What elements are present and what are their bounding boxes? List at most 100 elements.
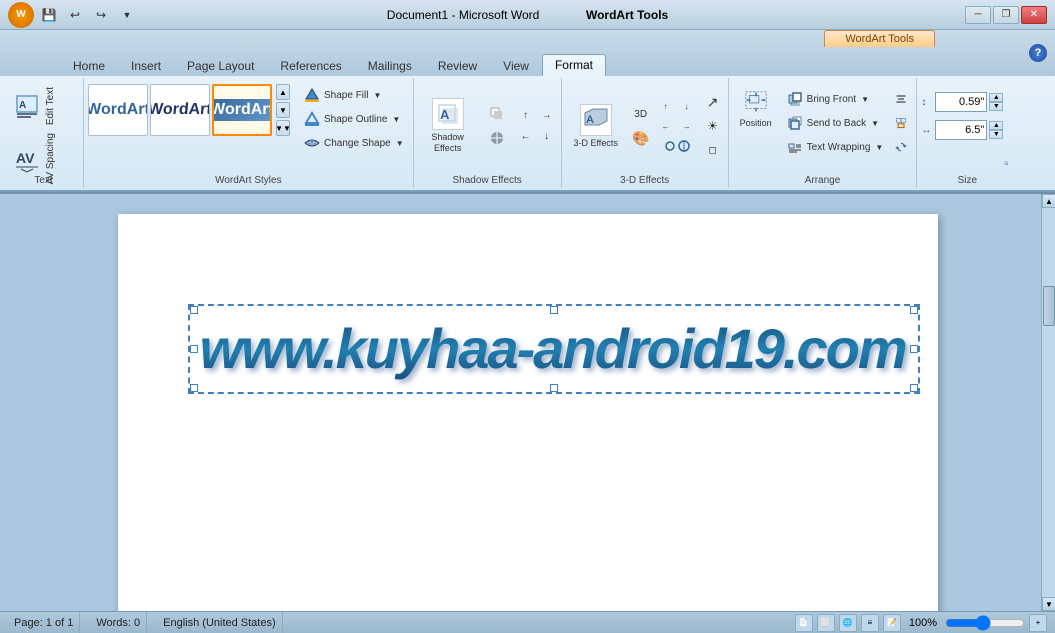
position-button[interactable]: Position: [733, 84, 779, 132]
view-print-button[interactable]: 📄: [795, 614, 813, 632]
3d-tilt-down-button[interactable]: ↓: [677, 97, 697, 115]
tab-references[interactable]: References: [267, 54, 354, 76]
handle-middle-right[interactable]: [910, 345, 918, 353]
edit-text-label: Edit Text: [45, 87, 57, 125]
rotate-button[interactable]: [890, 136, 912, 158]
title-bar-left: W 💾 ↩ ↪ ▼: [8, 2, 138, 28]
view-outline-button[interactable]: ≡: [861, 614, 879, 632]
customize-qat-button[interactable]: ▼: [116, 4, 138, 26]
shape-fill-icon: [303, 86, 321, 104]
tab-mailings[interactable]: Mailings: [355, 54, 425, 76]
tab-page-layout[interactable]: Page Layout: [174, 54, 267, 76]
svg-text:A: A: [19, 100, 26, 111]
shadow-effects-button[interactable]: A Shadow Effects: [418, 93, 478, 159]
save-qat-button[interactable]: 💾: [38, 4, 60, 26]
3d-on-off-button[interactable]: 3D: [630, 103, 652, 125]
size-expand-button[interactable]: [999, 156, 1013, 170]
shadow-effects-group-label: Shadow Effects: [414, 173, 561, 186]
wordart-object[interactable]: www.kuyhaa-android19.com: [188, 304, 920, 394]
help-button[interactable]: ?: [1029, 44, 1047, 62]
scrollbar-up-button[interactable]: ▲: [1042, 194, 1055, 208]
wordart-style-1[interactable]: WordArt: [88, 84, 148, 136]
height-up-button[interactable]: ▲: [989, 93, 1003, 102]
3d-effects-button[interactable]: A 3-D Effects: [566, 99, 626, 154]
office-logo[interactable]: W: [8, 2, 34, 28]
redo-qat-button[interactable]: ↪: [90, 4, 112, 26]
undo-qat-button[interactable]: ↩: [64, 4, 86, 26]
handle-bottom-left[interactable]: [190, 384, 198, 392]
tab-review[interactable]: Review: [425, 54, 490, 76]
3d-color-button[interactable]: 🎨: [630, 127, 652, 149]
shadow-color-icon: [489, 130, 505, 146]
svg-text:A: A: [586, 114, 594, 126]
view-fullscreen-button[interactable]: ⬜: [817, 614, 835, 632]
shadow-on-off-button[interactable]: [482, 103, 512, 125]
handle-bottom-right[interactable]: [910, 384, 918, 392]
restore-button[interactable]: ❐: [993, 6, 1019, 24]
shadow-effects-content: A Shadow Effects: [418, 80, 557, 186]
close-button[interactable]: ✕: [1021, 6, 1047, 24]
edit-text-button[interactable]: A Edit Text: [8, 84, 62, 128]
zoom-slider[interactable]: [945, 616, 1025, 630]
height-down-button[interactable]: ▼: [989, 102, 1003, 111]
3d-direction-button[interactable]: ↗: [702, 91, 724, 113]
scrollbar-thumb[interactable]: [1043, 286, 1055, 326]
view-draft-button[interactable]: 📝: [883, 614, 901, 632]
ribbon-content: A Edit Text AV A: [0, 76, 1055, 192]
handle-bottom-center[interactable]: [550, 384, 558, 392]
text-wrapping-button[interactable]: Text Wrapping ▼: [781, 136, 889, 158]
width-input[interactable]: 6.5": [935, 120, 987, 140]
wordart-style-3[interactable]: WordArt: [212, 84, 272, 136]
handle-middle-left[interactable]: [190, 345, 198, 353]
handle-top-left[interactable]: [190, 306, 198, 314]
shape-fill-button[interactable]: Shape Fill ▼: [298, 84, 409, 106]
tabs-row: Home Insert Page Layout References Maili…: [0, 30, 606, 76]
tab-insert[interactable]: Insert: [118, 54, 174, 76]
shadow-toggle-icon: [489, 106, 505, 122]
3d-tilt-up-button[interactable]: ↑: [656, 97, 676, 115]
width-up-button[interactable]: ▲: [989, 121, 1003, 130]
minimize-button[interactable]: ─: [965, 6, 991, 24]
tab-format[interactable]: Format: [542, 54, 606, 76]
change-shape-icon: [303, 134, 321, 152]
shape-outline-arrow: ▼: [392, 115, 400, 124]
tab-home[interactable]: Home: [60, 54, 118, 76]
shadow-color-button[interactable]: [482, 127, 512, 149]
zoom-in-button[interactable]: +: [1029, 614, 1047, 632]
shape-outline-button[interactable]: Shape Outline ▼: [298, 108, 409, 130]
change-shape-button[interactable]: Change Shape ▼: [298, 132, 409, 154]
wordart-text[interactable]: www.kuyhaa-android19.com: [200, 318, 908, 380]
align-button[interactable]: [890, 88, 912, 110]
bring-front-button[interactable]: Bring Front ▼: [781, 88, 889, 110]
page-indicator: Page: 1 of 1: [8, 612, 80, 633]
3d-lighting-button[interactable]: ☀: [702, 115, 724, 137]
3d-tilt-right-button[interactable]: →: [677, 117, 697, 135]
view-web-button[interactable]: 🌐: [839, 614, 857, 632]
bring-front-label: Bring Front: [807, 94, 856, 105]
shape-fill-arrow: ▼: [373, 91, 381, 100]
shadow-effects-label: Shadow Effects: [425, 132, 471, 154]
shadow-up-button[interactable]: ↑: [516, 106, 536, 126]
3d-depth-button[interactable]: [656, 137, 698, 155]
3d-tilt-left-button[interactable]: ←: [656, 117, 676, 135]
scrollbar-down-button[interactable]: ▼: [1042, 597, 1055, 611]
group-button[interactable]: [890, 112, 912, 134]
3d-surface-button[interactable]: ◻: [702, 139, 724, 161]
tab-view[interactable]: View: [490, 54, 542, 76]
shadow-down-button[interactable]: ↓: [537, 127, 557, 147]
handle-top-right[interactable]: [910, 306, 918, 314]
gallery-scroll-down[interactable]: ▼: [276, 102, 290, 118]
handle-top-center[interactable]: [550, 306, 558, 314]
send-back-icon: [786, 114, 804, 132]
wordart-style-2[interactable]: WordArt: [150, 84, 210, 136]
3d-effects-icon: A: [580, 104, 612, 136]
shadow-left-button[interactable]: ←: [516, 127, 536, 147]
height-input[interactable]: 0.59": [935, 92, 987, 112]
shadow-right-button[interactable]: →: [537, 106, 557, 126]
gallery-scroll-more[interactable]: ▼▼: [276, 120, 290, 136]
scrollbar-track: [1042, 208, 1055, 597]
gallery-scroll-up[interactable]: ▲: [276, 84, 290, 100]
width-down-button[interactable]: ▼: [989, 130, 1003, 139]
send-back-button[interactable]: Send to Back ▼: [781, 112, 889, 134]
status-bar: Page: 1 of 1 Words: 0 English (United St…: [0, 611, 1055, 633]
